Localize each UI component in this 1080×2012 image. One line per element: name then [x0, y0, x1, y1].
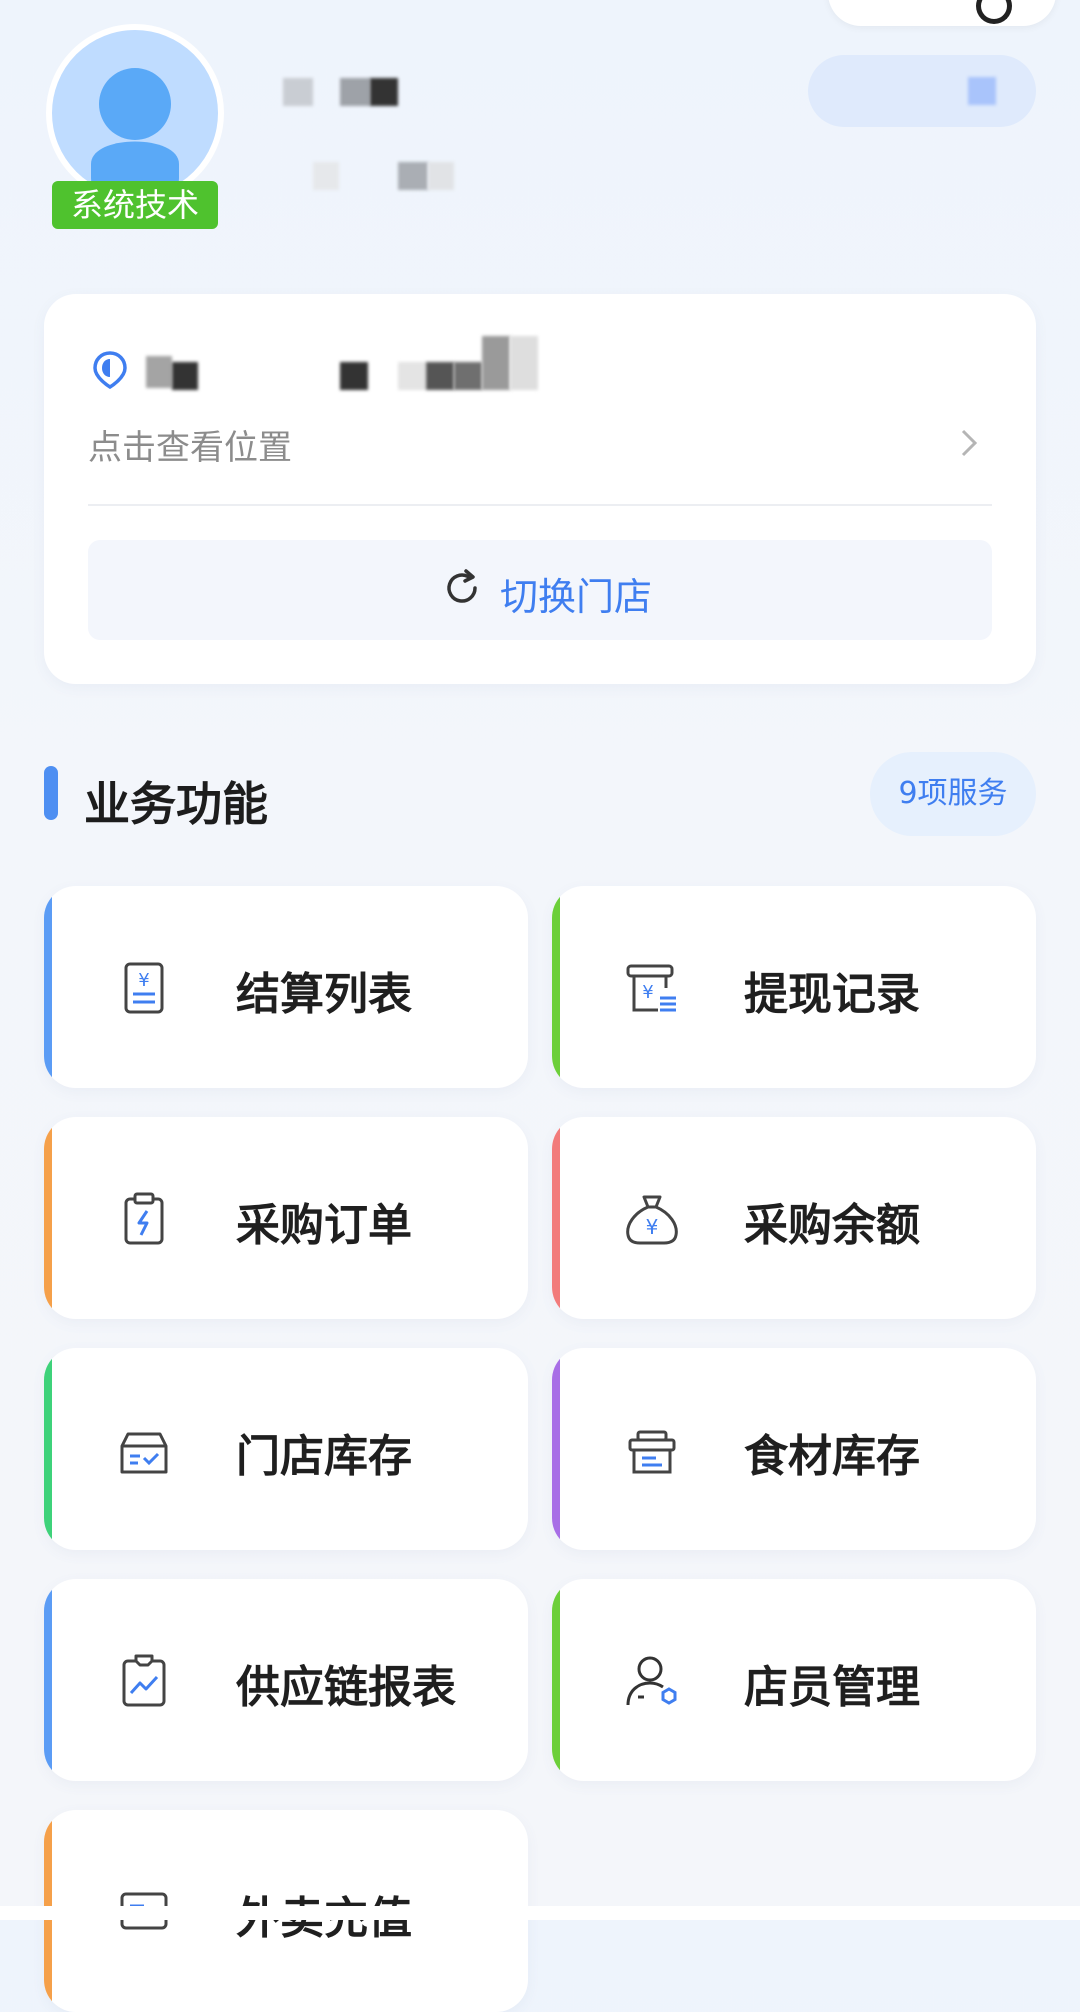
tile-label: 提现记录 — [744, 969, 920, 1020]
user-avatar-icon — [91, 68, 179, 190]
function-tile-ingredient-inventory[interactable]: 食材库存 — [552, 1348, 1036, 1550]
settlement-list-icon: ¥ — [124, 962, 164, 1014]
switch-store-label: 切换门店 — [500, 575, 653, 619]
tile-label: 食材库存 — [744, 1431, 920, 1482]
avatar[interactable] — [46, 24, 224, 202]
tile-accent — [44, 886, 52, 1088]
tile-label: 店员管理 — [744, 1662, 920, 1713]
top-action-pill[interactable] — [828, 0, 1056, 26]
ingredient-inventory-icon — [628, 1430, 676, 1474]
tile-accent — [552, 886, 560, 1088]
function-tile-supply-chain-report[interactable]: 供应链报表 — [44, 1579, 528, 1781]
action-icon — [976, 0, 1012, 24]
tile-label: 供应链报表 — [236, 1662, 456, 1713]
function-tile-purchase-balance[interactable]: ¥ 采购余额 — [552, 1117, 1036, 1319]
svg-text:¥: ¥ — [138, 970, 149, 991]
chevron-right-icon[interactable] — [960, 428, 978, 458]
tile-label: 结算列表 — [236, 969, 412, 1020]
svg-text:¥: ¥ — [642, 982, 653, 1003]
tile-accent — [44, 1117, 52, 1319]
purchase-order-icon — [124, 1192, 164, 1245]
store-inventory-icon — [120, 1432, 168, 1474]
status-pill[interactable] — [808, 55, 1036, 127]
staff-management-icon — [626, 1656, 677, 1706]
role-badge: 系统技术 — [52, 181, 218, 229]
tile-accent — [552, 1348, 560, 1550]
tile-accent — [552, 1117, 560, 1319]
service-count-badge: 9项服务 — [870, 752, 1036, 836]
divider — [88, 504, 992, 506]
function-tile-store-inventory[interactable]: 门店库存 — [44, 1348, 528, 1550]
money-bag-icon: ¥ — [626, 1195, 678, 1245]
function-tile-settlement-list[interactable]: ¥ 结算列表 — [44, 886, 528, 1088]
location-icon — [93, 351, 127, 390]
tile-label: 采购余额 — [744, 1200, 920, 1251]
withdraw-record-icon: ¥ — [626, 964, 676, 1012]
supply-chain-report-icon — [122, 1654, 166, 1707]
function-tile-staff-management[interactable]: 店员管理 — [552, 1579, 1036, 1781]
tile-label: 采购订单 — [236, 1200, 412, 1251]
svg-text:¥: ¥ — [646, 1215, 659, 1239]
tile-accent — [552, 1579, 560, 1781]
function-tile-purchase-order[interactable]: 采购订单 — [44, 1117, 528, 1319]
bottom-tab-bar — [0, 1906, 1080, 1920]
tile-label: 门店库存 — [236, 1431, 412, 1482]
section-accent-bar — [44, 766, 58, 820]
view-location-link[interactable]: 点击查看位置 — [88, 420, 292, 469]
refresh-icon — [447, 569, 477, 603]
section-title: 业务功能 — [84, 777, 268, 831]
tile-accent — [44, 1579, 52, 1781]
tile-accent — [44, 1348, 52, 1550]
function-tile-withdraw-record[interactable]: ¥ 提现记录 — [552, 886, 1036, 1088]
